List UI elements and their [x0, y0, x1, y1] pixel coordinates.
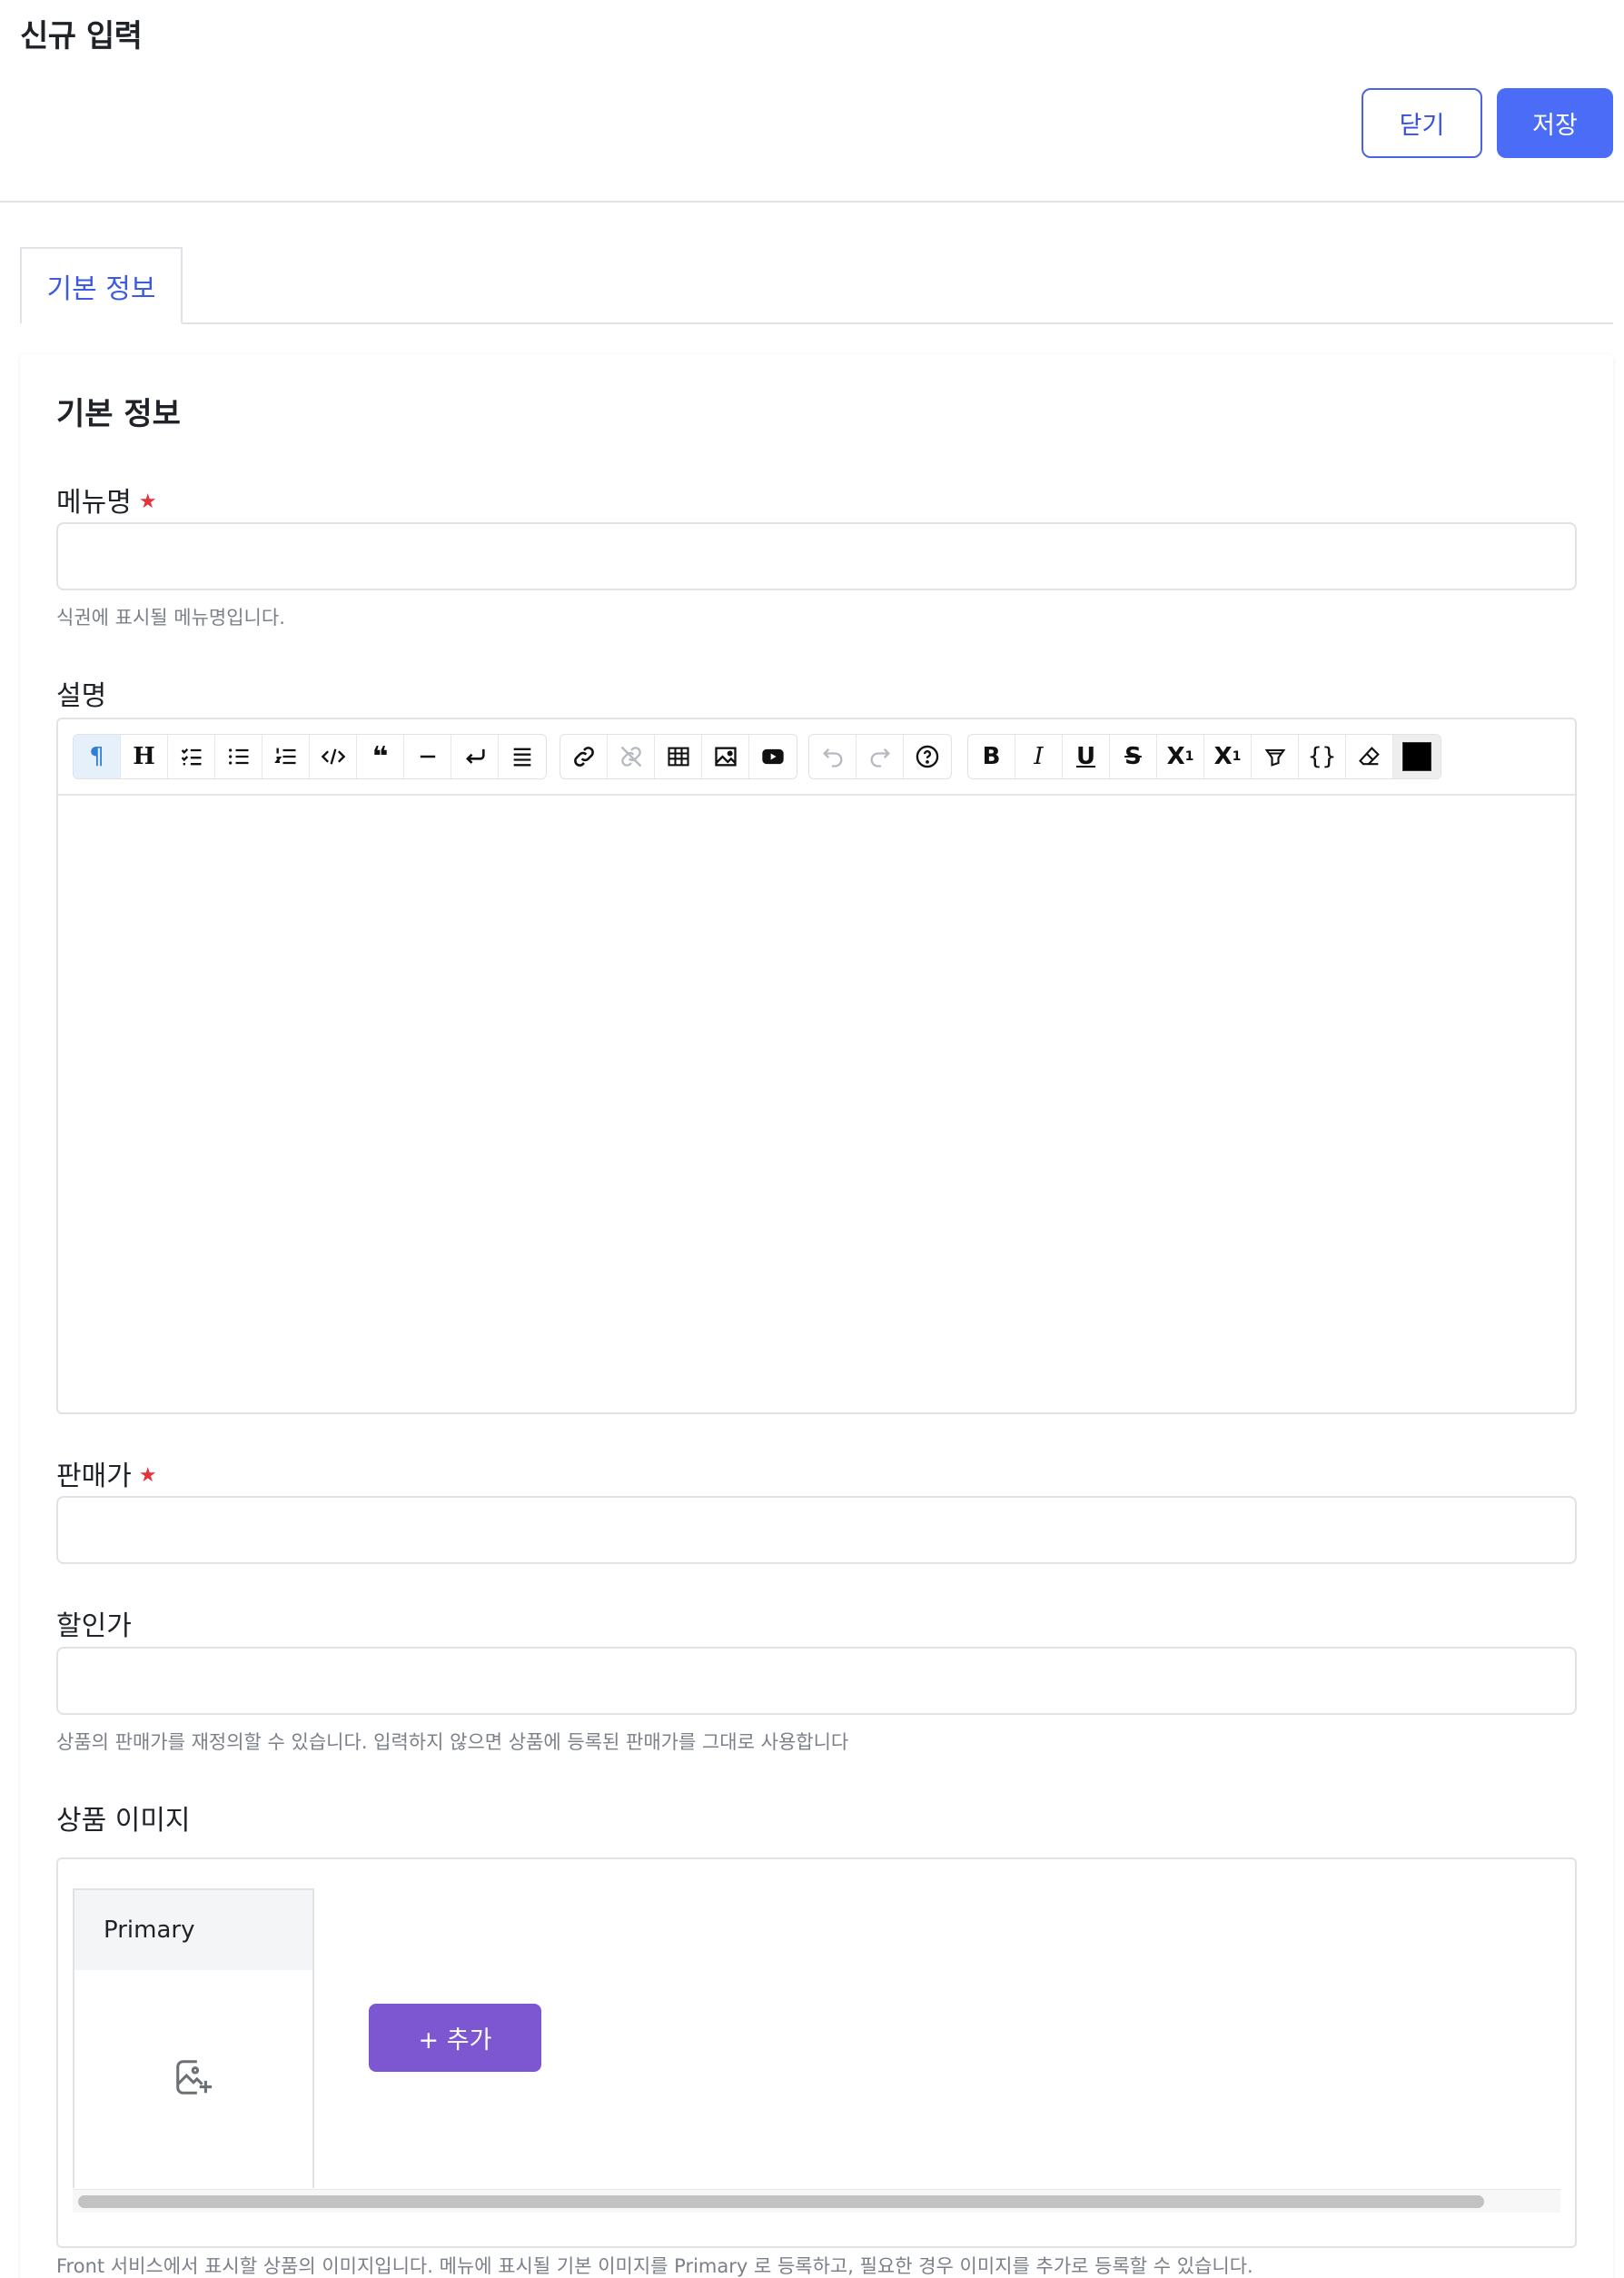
hard-break-icon[interactable]	[451, 735, 499, 778]
product-image-help: Front 서비스에서 표시할 상품의 이미지입니다. 메뉴에 표시될 기본 이…	[56, 2255, 1253, 2277]
primary-image-card: Primary	[73, 1888, 314, 2188]
superscript-icon[interactable]: X1	[1157, 735, 1204, 778]
menu-name-help: 식권에 표시될 메뉴명입니다.	[56, 607, 285, 629]
menu-name-label: 메뉴명 ★	[56, 487, 157, 519]
discount-price-label: 할인가	[56, 1610, 132, 1642]
ordered-list-icon[interactable]	[262, 735, 310, 778]
heading-icon[interactable]: H	[121, 735, 168, 778]
image-scrollbar-thumb[interactable]	[78, 2195, 1484, 2208]
editor-toolbar: ¶ H ❝ B I U S X 1 X 1 {}	[58, 719, 1575, 796]
required-mark: ★	[138, 490, 157, 513]
bold-icon[interactable]: B	[968, 735, 1015, 778]
page-title: 신규 입력	[20, 18, 143, 54]
image-icon[interactable]	[702, 735, 749, 778]
youtube-icon[interactable]	[749, 735, 797, 778]
task-list-icon[interactable]	[168, 735, 215, 778]
help-icon[interactable]	[904, 735, 951, 778]
eraser-icon[interactable]	[1346, 735, 1393, 778]
price-label: 판매가 ★	[56, 1461, 157, 1492]
discount-price-help: 상품의 판매가를 재정의할 수 있습니다. 입력하지 않으면 상품에 등록된 판…	[56, 1731, 849, 1753]
bullet-list-icon[interactable]	[215, 735, 262, 778]
required-mark: ★	[138, 1464, 157, 1487]
horizontal-rule-icon[interactable]	[404, 735, 451, 778]
undo-icon[interactable]	[809, 735, 857, 778]
code-block-icon[interactable]	[310, 735, 357, 778]
underline-icon[interactable]: U	[1063, 735, 1110, 778]
strikethrough-icon[interactable]: S	[1110, 735, 1157, 778]
discount-price-input[interactable]	[56, 1647, 1577, 1715]
text-color-swatch[interactable]	[1393, 735, 1441, 778]
price-input[interactable]	[56, 1496, 1577, 1564]
tab-basic-info[interactable]: 기본 정보	[20, 247, 183, 324]
description-editor-area[interactable]	[58, 796, 1575, 1412]
blockquote-icon[interactable]: ❝	[357, 735, 404, 778]
align-icon[interactable]	[499, 735, 546, 778]
section-title: 기본 정보	[56, 396, 181, 432]
close-button[interactable]: 닫기	[1362, 88, 1482, 158]
toolbar-group-insert	[559, 734, 797, 779]
code-icon[interactable]: {}	[1299, 735, 1346, 778]
description-editor: ¶ H ❝ B I U S X 1 X 1 {}	[56, 718, 1577, 1414]
toolbar-group-history	[808, 734, 952, 779]
menu-name-input[interactable]	[56, 522, 1577, 590]
primary-image-title: Primary	[74, 1890, 312, 1970]
subscript-icon[interactable]: X1	[1204, 735, 1252, 778]
header-divider	[0, 201, 1624, 203]
paragraph-icon[interactable]: ¶	[74, 735, 121, 778]
add-image-icon[interactable]	[173, 2056, 214, 2102]
add-image-button[interactable]: + 추가	[369, 2004, 541, 2072]
redo-icon[interactable]	[857, 735, 904, 778]
save-button[interactable]: 저장	[1497, 88, 1613, 158]
italic-icon[interactable]: I	[1015, 735, 1063, 778]
toolbar-group-format: B I U S X1 X1 {}	[967, 734, 1441, 779]
link-icon[interactable]	[560, 735, 608, 778]
unlink-icon[interactable]	[608, 735, 655, 778]
description-label: 설명	[56, 680, 107, 712]
tab-bar-line	[20, 322, 1613, 324]
primary-image-dropzone[interactable]	[74, 1970, 312, 2188]
product-image-label: 상품 이미지	[56, 1805, 191, 1837]
table-icon[interactable]	[655, 735, 702, 778]
toolbar-group-block: ¶ H ❝	[73, 734, 547, 779]
highlight-icon[interactable]	[1252, 735, 1299, 778]
